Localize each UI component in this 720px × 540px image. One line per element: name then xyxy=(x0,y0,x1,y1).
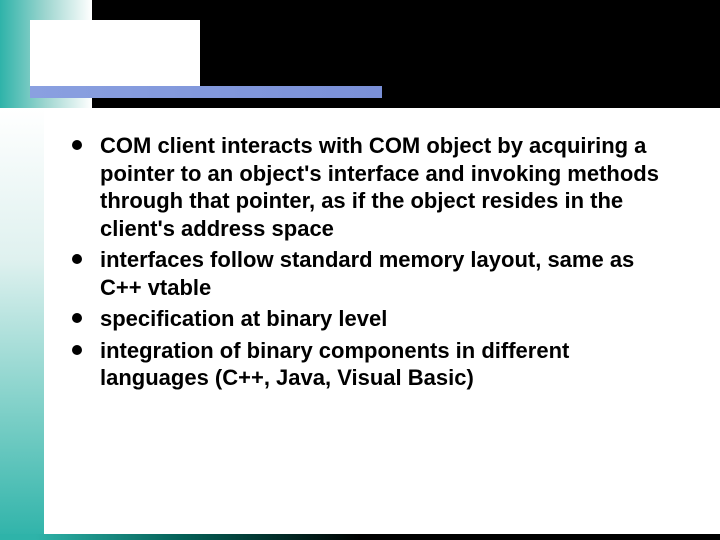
bullet-text: integration of binary components in diff… xyxy=(100,338,569,391)
bullet-item: integration of binary components in diff… xyxy=(68,337,680,392)
footer-bar xyxy=(0,534,720,540)
bullet-item: COM client interacts with COM object by … xyxy=(68,132,680,242)
bullet-item: interfaces follow standard memory layout… xyxy=(68,246,680,301)
bullet-list: COM client interacts with COM object by … xyxy=(68,132,680,392)
bullet-text: specification at binary level xyxy=(100,306,387,331)
bullet-item: specification at binary level xyxy=(68,305,680,333)
body-content: COM client interacts with COM object by … xyxy=(68,132,680,396)
header-underline xyxy=(30,86,382,98)
bullet-text: interfaces follow standard memory layout… xyxy=(100,247,634,300)
left-accent xyxy=(0,108,44,540)
bullet-text: COM client interacts with COM object by … xyxy=(100,133,659,241)
header-title-box xyxy=(30,20,200,86)
